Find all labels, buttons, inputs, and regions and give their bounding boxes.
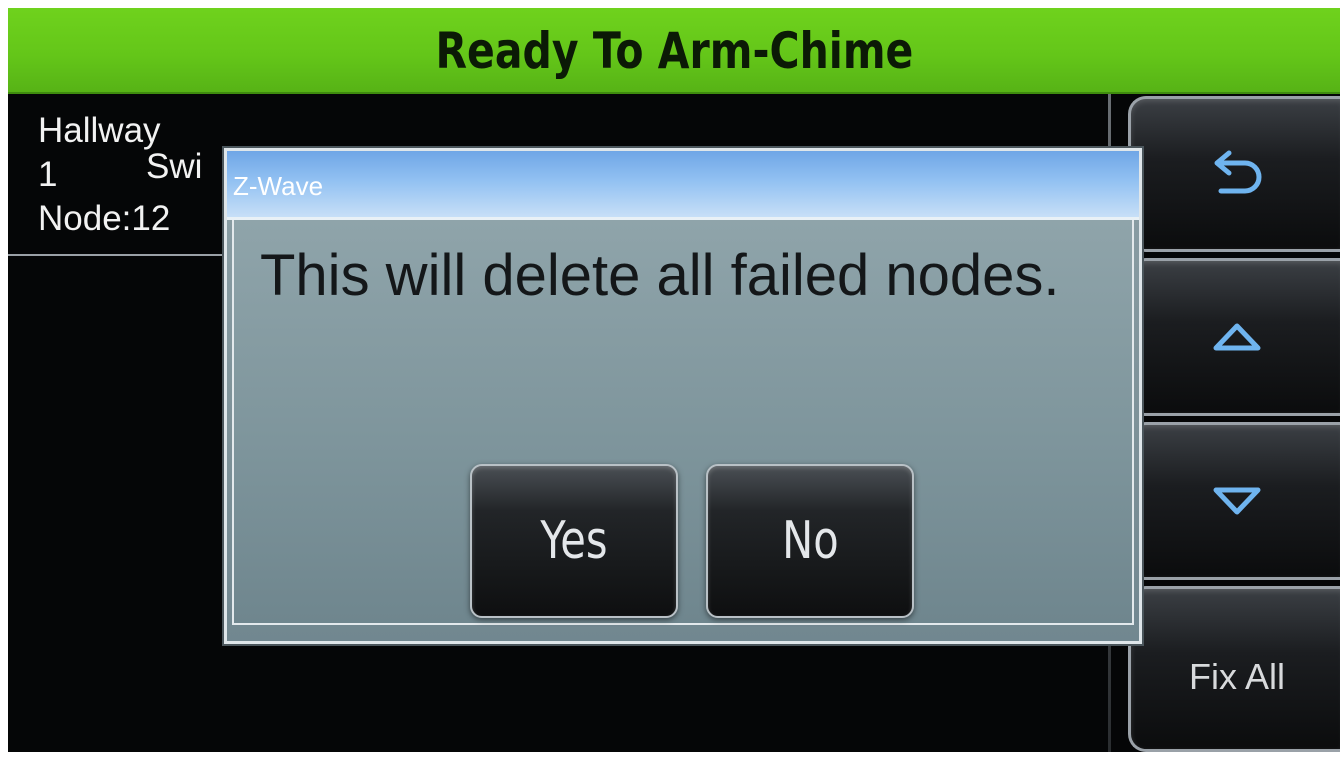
back-arrow-icon: [1207, 149, 1267, 199]
dialog-message: This will delete all failed nodes.: [260, 243, 1060, 308]
no-button[interactable]: No: [706, 464, 914, 618]
device-number: 1: [38, 155, 58, 194]
device-node: Node:12: [38, 199, 171, 238]
device-type: Swi: [146, 147, 203, 186]
scroll-up-button[interactable]: [1128, 258, 1340, 416]
yes-button[interactable]: Yes: [470, 464, 678, 618]
fix-all-button[interactable]: Fix All: [1128, 586, 1340, 752]
scroll-down-button[interactable]: [1128, 422, 1340, 580]
dialog-header: Z-Wave: [227, 151, 1139, 220]
dialog-title: Z-Wave: [233, 171, 324, 201]
zwave-dialog: Z-Wave This will delete all failed nodes…: [224, 148, 1142, 644]
triangle-down-icon: [1212, 486, 1262, 516]
no-label: No: [781, 511, 839, 571]
yes-label: Yes: [540, 511, 608, 571]
device-name: Hallway: [38, 111, 161, 150]
fix-all-label: Fix All: [1188, 656, 1285, 697]
back-button[interactable]: [1128, 96, 1340, 252]
dialog-body: This will delete all failed nodes. Yes N…: [232, 220, 1134, 625]
panel-screen: Ready To Arm-Chime Hallway 1 Swi Node:12: [8, 8, 1340, 752]
triangle-up-icon: [1212, 322, 1262, 352]
status-bar: Ready To Arm-Chime: [8, 8, 1340, 94]
status-title: Ready To Arm-Chime: [435, 22, 913, 80]
